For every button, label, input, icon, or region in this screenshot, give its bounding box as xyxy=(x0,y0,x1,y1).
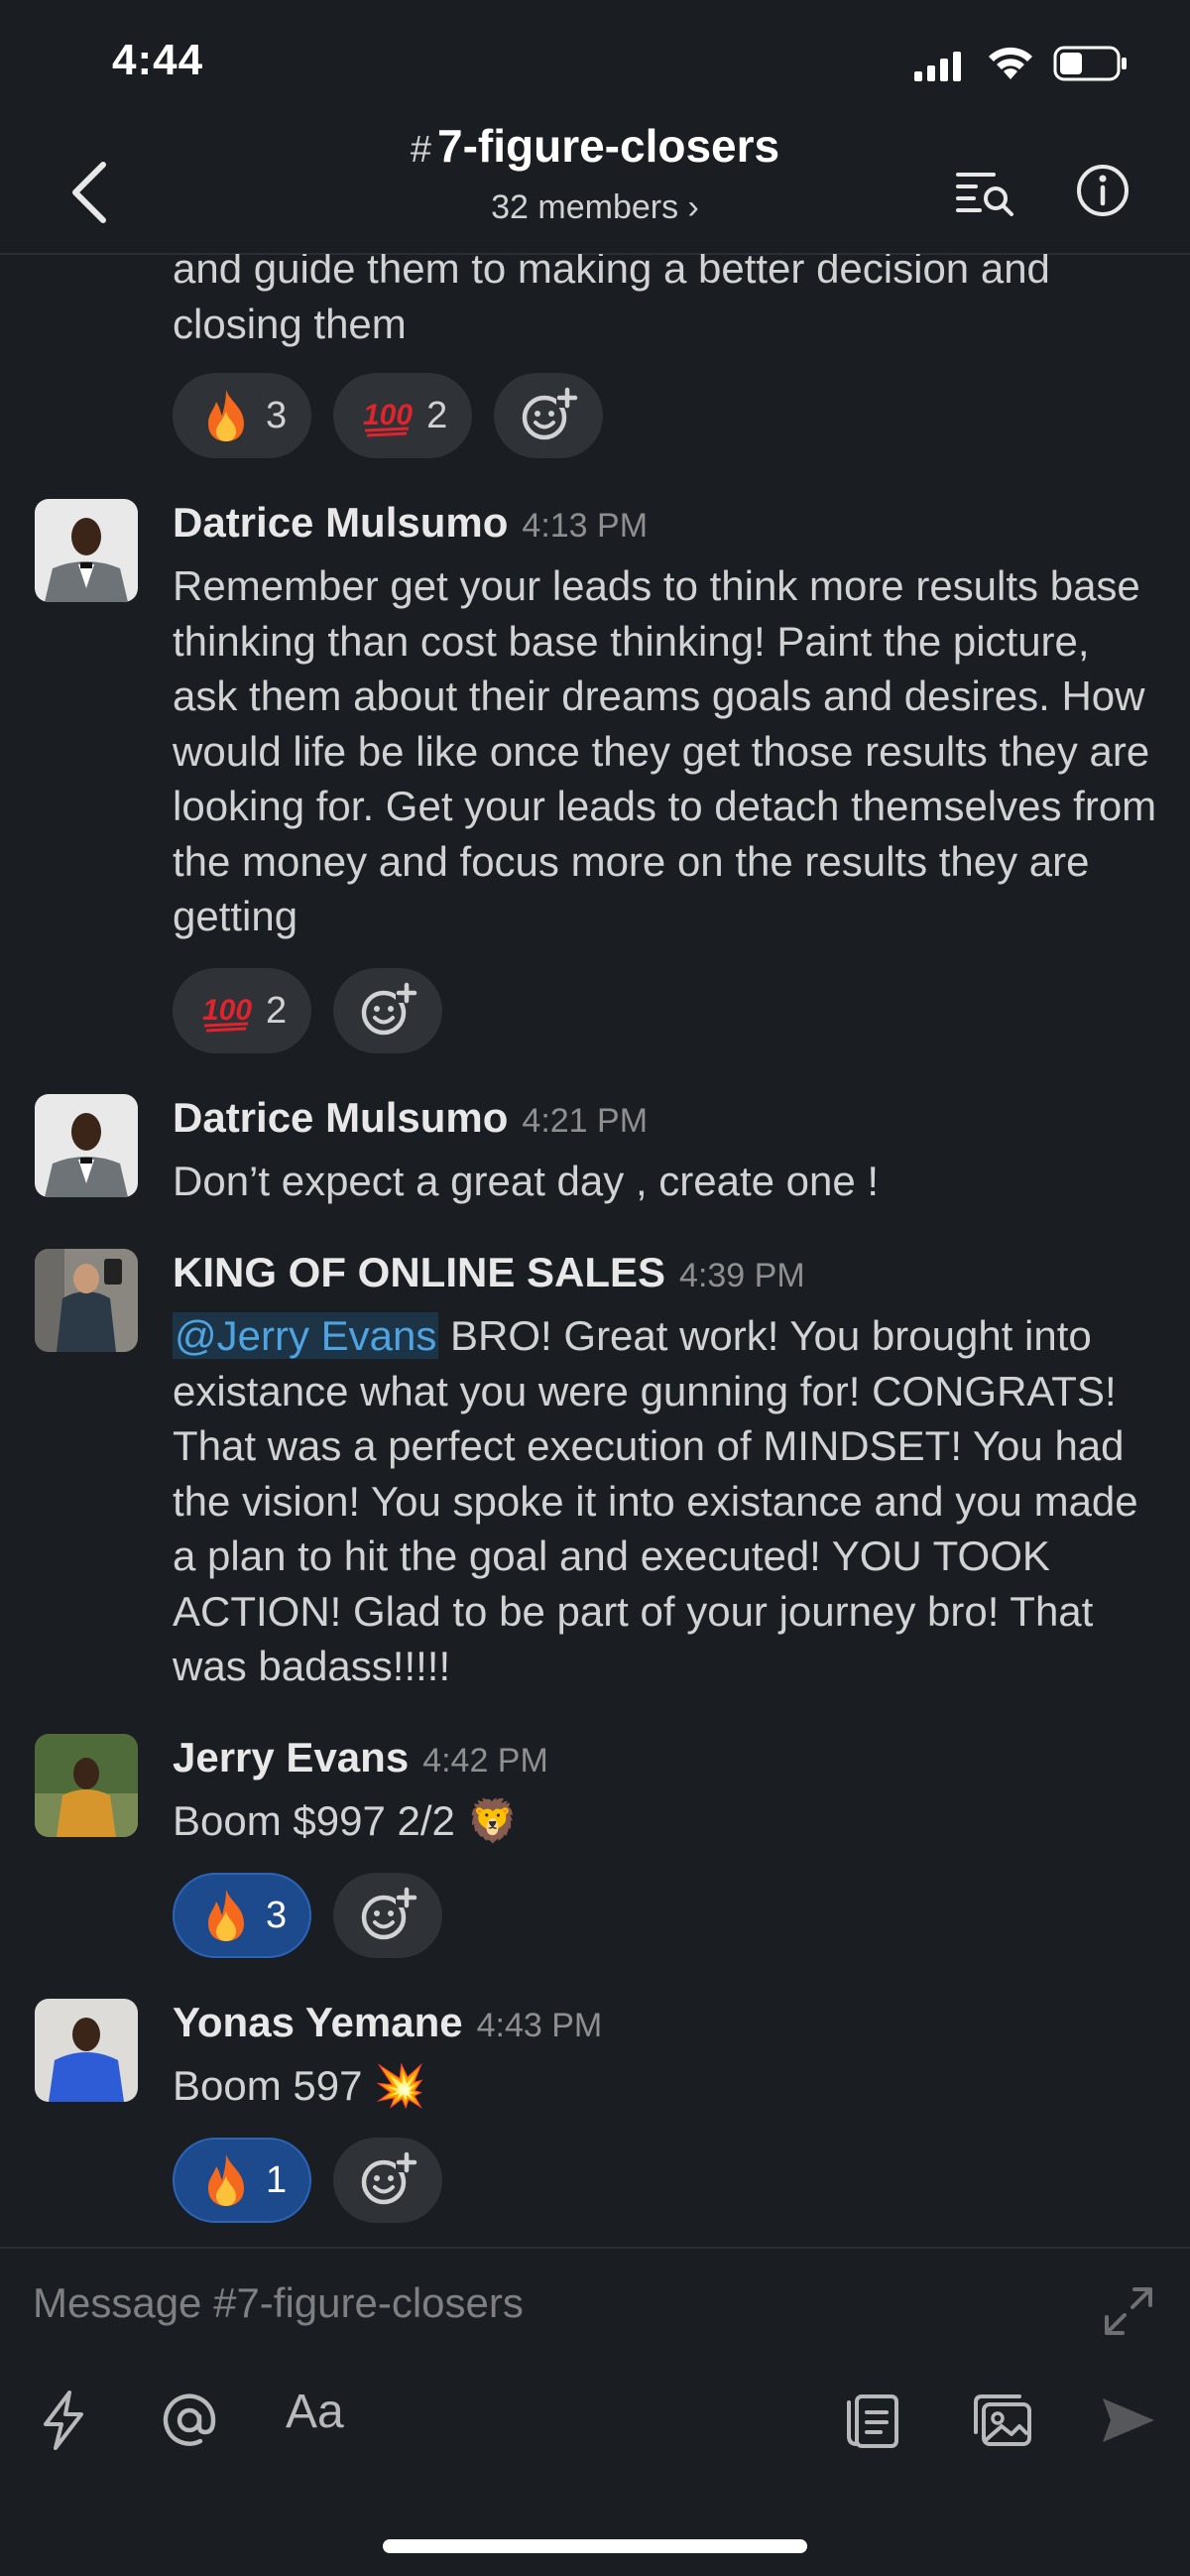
reaction-count: 2 xyxy=(266,989,288,1032)
author-name[interactable]: Datrice Mulsumo xyxy=(173,499,508,546)
user-mention[interactable]: @Jerry Evans xyxy=(173,1312,439,1359)
message-text: and guide them to making a better decisi… xyxy=(173,245,1050,347)
avatar[interactable] xyxy=(35,1999,138,2102)
add-reaction-button[interactable] xyxy=(333,968,443,1053)
avatar[interactable] xyxy=(35,1249,138,1352)
svg-text:100: 100 xyxy=(202,994,252,1027)
mention-at-icon[interactable] xyxy=(161,2389,218,2452)
add-reaction-icon xyxy=(361,982,418,1036)
fire-emoji-icon xyxy=(200,1888,252,1943)
send-icon[interactable] xyxy=(1097,2389,1160,2452)
battery-icon xyxy=(1053,46,1127,81)
author-name[interactable]: Yonas Yemane xyxy=(173,1999,463,2045)
add-reaction-button[interactable] xyxy=(494,373,604,458)
reaction-100[interactable]: 100 2 xyxy=(333,373,473,458)
home-indicator xyxy=(383,2539,807,2553)
message-body: Boom $997 2/2 xyxy=(173,1797,467,1844)
message-header: Datrice Mulsumo 4:13 PM xyxy=(173,499,648,547)
channel-title[interactable]: #7-figure-closers xyxy=(0,119,1190,173)
message-body: BRO! Great work! You brought into exista… xyxy=(173,1312,1138,1689)
author-name[interactable]: Datrice Mulsumo xyxy=(173,1094,508,1141)
reaction-fire[interactable]: 3 xyxy=(173,373,312,458)
message-header: KING OF ONLINE SALES 4:39 PM xyxy=(173,1249,805,1296)
message-time: 4:21 PM xyxy=(522,1102,649,1140)
message-time: 4:13 PM xyxy=(522,507,649,545)
avatar[interactable] xyxy=(35,499,138,602)
lion-emoji-icon: 🦁 xyxy=(466,1797,519,1844)
add-reaction-icon xyxy=(361,2151,418,2205)
fire-emoji-icon xyxy=(200,2152,252,2208)
add-reaction-icon xyxy=(361,1887,418,1940)
cellular-signal-icon xyxy=(914,52,961,81)
reaction-100[interactable]: 100 2 xyxy=(173,968,312,1053)
hundred-points-emoji-icon: 100 xyxy=(200,986,252,1036)
reaction-bar: 3 100 2 xyxy=(173,373,604,458)
message-header: Datrice Mulsumo 4:21 PM xyxy=(173,1094,648,1142)
channel-name: 7-figure-closers xyxy=(437,120,780,172)
message-input[interactable]: Message #7-figure-closers xyxy=(33,2279,524,2327)
message-text: Boom 597 💥 xyxy=(173,2058,1164,2114)
hundred-points-emoji-icon: 100 xyxy=(361,391,413,440)
reaction-bar: 3 xyxy=(173,1873,443,1958)
message-body: Boom 597 xyxy=(173,2062,375,2109)
reaction-count: 3 xyxy=(266,394,288,436)
search-in-channel-icon[interactable] xyxy=(954,167,1017,216)
status-time: 4:44 xyxy=(112,36,204,84)
message-text: Boom $997 2/2 🦁 xyxy=(173,1793,1164,1849)
channel-hash: # xyxy=(410,129,431,171)
canvas-document-icon[interactable] xyxy=(843,2389,902,2452)
reaction-bar: 100 2 xyxy=(173,968,443,1053)
add-reaction-button[interactable] xyxy=(333,2138,443,2223)
reaction-bar: 1 xyxy=(173,2138,443,2223)
message-time: 4:43 PM xyxy=(476,2007,603,2044)
add-reaction-icon xyxy=(523,387,579,440)
reaction-count: 2 xyxy=(426,394,448,436)
avatar[interactable] xyxy=(35,1734,138,1837)
expand-icon[interactable] xyxy=(1101,2283,1156,2339)
info-icon[interactable] xyxy=(1075,163,1130,218)
fire-emoji-icon xyxy=(200,388,252,443)
collision-emoji-icon: 💥 xyxy=(374,2062,426,2109)
message-header: Yonas Yemane 4:43 PM xyxy=(173,1999,602,2046)
message-text: Remember get your leads to think more re… xyxy=(173,562,1157,939)
author-name[interactable]: Jerry Evans xyxy=(173,1734,409,1780)
message-time: 4:42 PM xyxy=(422,1742,548,1779)
composer-divider xyxy=(0,2247,1190,2249)
reaction-count: 1 xyxy=(266,2158,288,2201)
author-name[interactable]: KING OF ONLINE SALES xyxy=(173,1249,665,1295)
reaction-count: 3 xyxy=(266,1894,288,1936)
message-text: @Jerry Evans BRO! Great work! You brough… xyxy=(173,1308,1164,1694)
message-time: 4:39 PM xyxy=(679,1257,805,1294)
message-header: Jerry Evans 4:42 PM xyxy=(173,1734,548,1781)
wifi-icon xyxy=(989,47,1032,79)
format-text-button[interactable]: Aa xyxy=(286,2385,344,2439)
avatar[interactable] xyxy=(35,1094,138,1197)
shortcuts-lightning-icon[interactable] xyxy=(36,2389,91,2452)
reaction-fire[interactable]: 3 xyxy=(173,1873,312,1958)
svg-text:100: 100 xyxy=(363,399,413,431)
message-text: Don’t expect a great day , create one ! xyxy=(173,1158,880,1204)
add-reaction-button[interactable] xyxy=(333,1873,443,1958)
photo-gallery-icon[interactable] xyxy=(970,2389,1035,2452)
reaction-fire[interactable]: 1 xyxy=(173,2138,312,2223)
